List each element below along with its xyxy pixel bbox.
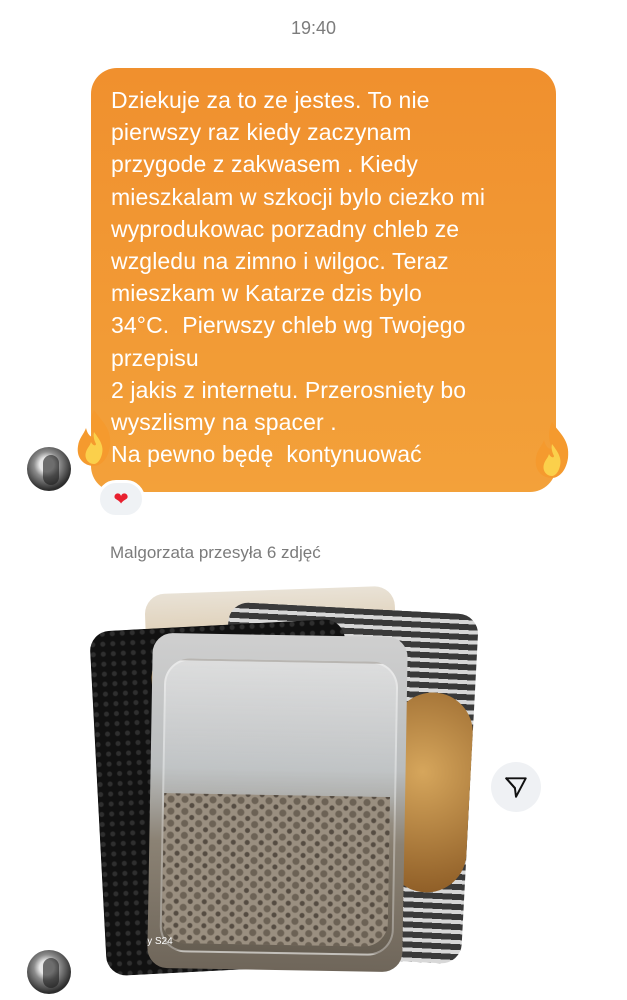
message-text-line: wyprodukowac porzadny chleb ze <box>111 215 460 242</box>
message-text-line: wyszlismy na spacer . <box>111 409 337 436</box>
message-text-line: mieszkam w Katarze dzis bylo <box>111 280 422 307</box>
message-text-line: pierwszy raz kiedy zaczynam <box>111 119 412 146</box>
message-text-line: Dziekuje za to ze jestes. To nie <box>111 87 430 113</box>
message-text-line: wzgledu na zimno i wilgoc. Teraz <box>111 248 449 275</box>
paper-plane-icon <box>505 777 527 798</box>
camera-watermark: xy S24xy S24 <box>147 935 173 948</box>
share-button[interactable] <box>491 762 541 812</box>
sender-avatar[interactable] <box>27 447 71 491</box>
heart-icon: ❤ <box>113 488 129 509</box>
message-text-line: 34°C. Pierwszy chleb wg Twojego <box>111 312 466 339</box>
message-text-line: przygode z zakwasem . Kiedy <box>111 151 418 178</box>
message-timestamp: 19:40 <box>290 18 337 38</box>
message-text-line: 2 jakis z internetu. Przerosniety bo <box>111 376 467 403</box>
photo-group-caption: Malgorzata przesyła 6 zdjęć <box>110 543 321 562</box>
message-text-line: przepisu <box>111 344 199 371</box>
photo-front-jar[interactable]: xy S24xy S24 <box>147 632 408 973</box>
message-text-line: mieszkalam w szkocji bylo ciezko mi <box>111 183 486 210</box>
sender-avatar[interactable] <box>27 950 71 994</box>
starter-bubbles-image <box>161 793 391 947</box>
fire-icon <box>535 422 569 478</box>
heart-reaction[interactable]: ❤ <box>97 480 145 518</box>
chat-screen: 19:40 Dziekuje za to ze jestes. To nie p… <box>0 0 627 1000</box>
fire-icon <box>77 410 111 466</box>
message-bubble[interactable]: Dziekuje za to ze jestes. To nie pierwsz… <box>91 68 556 492</box>
message-text-line: Na pewno będę kontynuować <box>111 441 422 468</box>
